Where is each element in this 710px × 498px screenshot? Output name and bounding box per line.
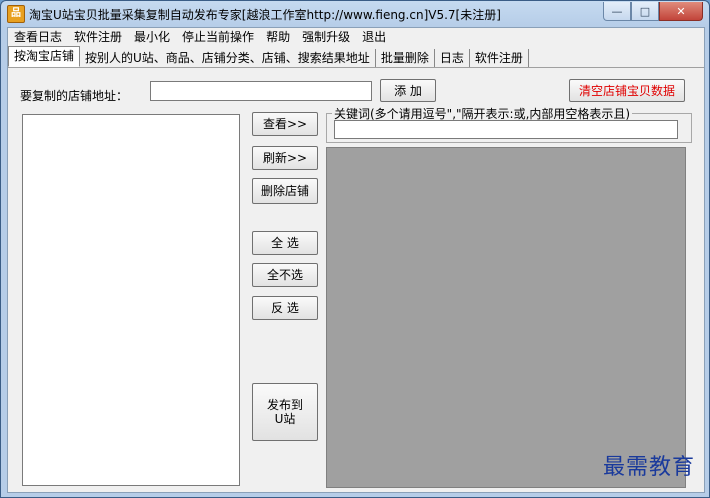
- select-all-button[interactable]: 全 选: [252, 231, 318, 255]
- menu-force-upgrade[interactable]: 强制升级: [296, 28, 356, 47]
- tab-by-others-urls[interactable]: 按别人的U站、商品、店铺分类、店铺、搜索结果地址: [80, 49, 376, 67]
- maximize-button[interactable]: □: [631, 2, 659, 21]
- client-area: 查看日志 软件注册 最小化 停止当前操作 帮助 强制升级 退出 按淘宝店铺 按别…: [7, 27, 705, 493]
- add-button[interactable]: 添 加: [380, 79, 436, 102]
- shop-list[interactable]: [22, 114, 240, 486]
- menu-view-log[interactable]: 查看日志: [8, 28, 68, 47]
- select-none-button[interactable]: 全不选: [252, 263, 318, 287]
- keyword-input[interactable]: [334, 120, 678, 139]
- close-icon: ✕: [676, 4, 686, 18]
- minimize-button[interactable]: —: [603, 2, 631, 21]
- window-controls: — □ ✕: [603, 2, 703, 21]
- delete-shop-button[interactable]: 删除店铺: [252, 178, 318, 204]
- invert-selection-button[interactable]: 反 选: [252, 296, 318, 320]
- watermark-text: 最需教育: [602, 455, 695, 480]
- menu-bar: 查看日志 软件注册 最小化 停止当前操作 帮助 强制升级 退出: [8, 28, 704, 47]
- close-button[interactable]: ✕: [659, 2, 703, 21]
- clear-shop-data-button[interactable]: 清空店铺宝贝数据: [569, 79, 685, 102]
- menu-stop-operation[interactable]: 停止当前操作: [176, 28, 260, 47]
- shop-url-input[interactable]: [150, 81, 372, 101]
- tab-strip: 按淘宝店铺 按别人的U站、商品、店铺分类、店铺、搜索结果地址 批量删除 日志 软…: [8, 46, 704, 68]
- menu-exit[interactable]: 退出: [356, 28, 392, 47]
- tab-log[interactable]: 日志: [435, 49, 470, 67]
- refresh-button[interactable]: 刷新>>: [252, 146, 318, 170]
- main-window: 品 淘宝U站宝贝批量采集复制自动发布专家[越浪工作室http://www.fie…: [0, 0, 710, 498]
- app-icon: 品: [7, 5, 25, 23]
- window-title: 淘宝U站宝贝批量采集复制自动发布专家[越浪工作室http://www.fieng…: [29, 8, 501, 22]
- menu-register[interactable]: 软件注册: [68, 28, 128, 47]
- title-bar[interactable]: 品 淘宝U站宝贝批量采集复制自动发布专家[越浪工作室http://www.fie…: [1, 1, 709, 27]
- view-button[interactable]: 查看>>: [252, 112, 318, 136]
- maximize-icon: □: [639, 4, 651, 18]
- menu-help[interactable]: 帮助: [260, 28, 296, 47]
- tab-batch-delete[interactable]: 批量删除: [376, 49, 435, 67]
- shop-url-label: 要复制的店铺地址：: [20, 89, 129, 103]
- tab-by-taobao-shop[interactable]: 按淘宝店铺: [8, 46, 81, 67]
- menu-minimize[interactable]: 最小化: [128, 28, 176, 47]
- minimize-icon: —: [611, 4, 623, 18]
- publish-to-ustation-button[interactable]: 发布到 U站: [252, 383, 318, 441]
- tab-register[interactable]: 软件注册: [470, 49, 529, 67]
- results-panel: [326, 147, 686, 488]
